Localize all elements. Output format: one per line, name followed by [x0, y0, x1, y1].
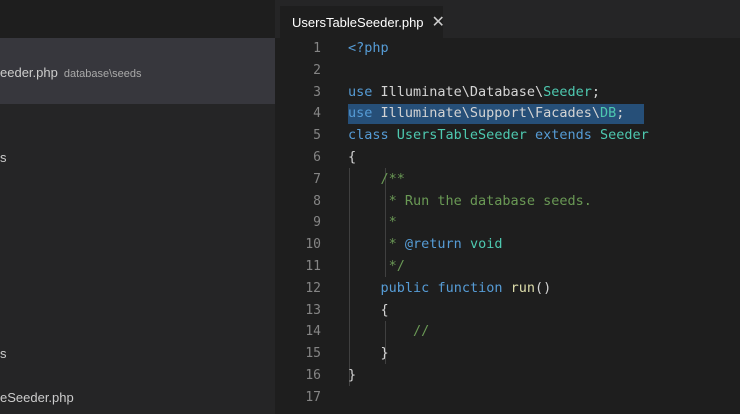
keyword: extends	[526, 127, 600, 144]
code-line[interactable]: }	[348, 365, 649, 387]
code-line[interactable]: public function run()	[348, 278, 649, 300]
doc-comment: */	[380, 257, 405, 274]
code-line[interactable]: //	[348, 321, 649, 343]
line-number: 14	[305, 324, 321, 340]
doc-type: void	[461, 236, 503, 253]
doc-comment: /**	[380, 170, 405, 187]
tab-title: UsersTableSeeder.php	[292, 14, 424, 30]
brace: }	[380, 345, 389, 362]
line-comment: //	[413, 323, 430, 340]
line-number: 7	[313, 171, 321, 187]
code-line[interactable]: * Run the database seeds.	[348, 191, 649, 213]
explorer-header	[0, 0, 275, 38]
line-number: 5	[313, 128, 321, 144]
explorer-item[interactable]: eSeeder.php	[0, 390, 74, 405]
class-name: Seeder	[543, 83, 592, 100]
line-number: 11	[305, 258, 321, 274]
line-number: 15	[305, 346, 321, 362]
explorer-file-name[interactable]: eeder.php	[0, 65, 58, 80]
doc-comment: *	[380, 214, 397, 231]
code-line-selected[interactable]: use Illuminate\Support\Facades\DB;	[348, 103, 649, 125]
line-number: 4	[313, 106, 321, 122]
code-line[interactable]: *	[348, 212, 649, 234]
keyword: use	[348, 105, 373, 122]
editor-tab-bar: php UsersTableSeeder.php ✕	[275, 0, 740, 38]
line-number: 10	[305, 237, 321, 253]
code-line[interactable]: }	[348, 343, 649, 365]
doc-comment: *	[380, 236, 405, 253]
brace: {	[348, 148, 357, 165]
namespace: Illuminate\Database\	[372, 83, 544, 100]
line-number: 16	[305, 367, 321, 383]
line-number: 2	[313, 62, 321, 78]
explorer-selected-entry[interactable]: eeder.php database\seeds	[0, 62, 142, 81]
line-number: 13	[305, 302, 321, 318]
class-name: UsersTableSeeder	[396, 127, 527, 144]
explorer-pane: eeder.php database\seeds s s eSeeder.php	[0, 0, 275, 414]
line-number: 9	[313, 215, 321, 231]
namespace: Illuminate\Support\Facades\	[372, 105, 600, 122]
explorer-file-path: database\seeds	[63, 68, 142, 80]
code-line[interactable]: /**	[348, 169, 649, 191]
line-number: 3	[313, 84, 321, 100]
punctuation: ;	[616, 105, 625, 122]
punctuation: ()	[535, 279, 552, 296]
doc-tag: @return	[404, 236, 462, 253]
code-line[interactable]	[348, 60, 649, 82]
brace: {	[380, 301, 389, 318]
keyword: class	[348, 127, 389, 144]
line-number-gutter: 1 2 3 4 5 6 7 8 9 10 11 12 13 14 15 16 1…	[275, 38, 323, 409]
php-open-tag: <?php	[348, 40, 389, 56]
line-number: 6	[313, 149, 321, 165]
explorer-item[interactable]: s	[0, 150, 7, 165]
line-number: 12	[305, 280, 321, 296]
code-editor[interactable]: 1 2 3 4 5 6 7 8 9 10 11 12 13 14 15 16 1…	[275, 38, 740, 414]
class-name: DB	[599, 105, 617, 122]
line-number: 1	[313, 41, 321, 56]
class-name: Seeder	[599, 127, 649, 144]
doc-comment: * Run the database seeds.	[380, 192, 592, 209]
code-line[interactable]: * @return void	[348, 234, 649, 256]
function-name: run	[510, 279, 535, 296]
line-number: 8	[313, 193, 321, 209]
code-line[interactable]: {	[348, 300, 649, 322]
line-number: 17	[305, 389, 321, 405]
brace: }	[348, 366, 357, 383]
code-line[interactable]: use Illuminate\Database\Seeder;	[348, 82, 649, 104]
explorer-item[interactable]: s	[0, 346, 7, 361]
code-lines[interactable]: <?php use Illuminate\Database\Seeder; us…	[348, 38, 649, 409]
code-line[interactable]: <?php	[348, 38, 649, 60]
keyword: use	[348, 83, 373, 100]
code-line[interactable]: {	[348, 147, 649, 169]
code-line[interactable]	[348, 387, 649, 409]
punctuation: ;	[591, 83, 600, 100]
tab-users-table-seeder[interactable]: php UsersTableSeeder.php ✕	[280, 6, 445, 38]
code-line[interactable]: class UsersTableSeeder extends Seeder	[348, 125, 649, 147]
keyword: function	[437, 279, 503, 296]
code-line[interactable]: */	[348, 256, 649, 278]
close-icon[interactable]: ✕	[432, 14, 445, 30]
keyword: public	[380, 279, 430, 296]
